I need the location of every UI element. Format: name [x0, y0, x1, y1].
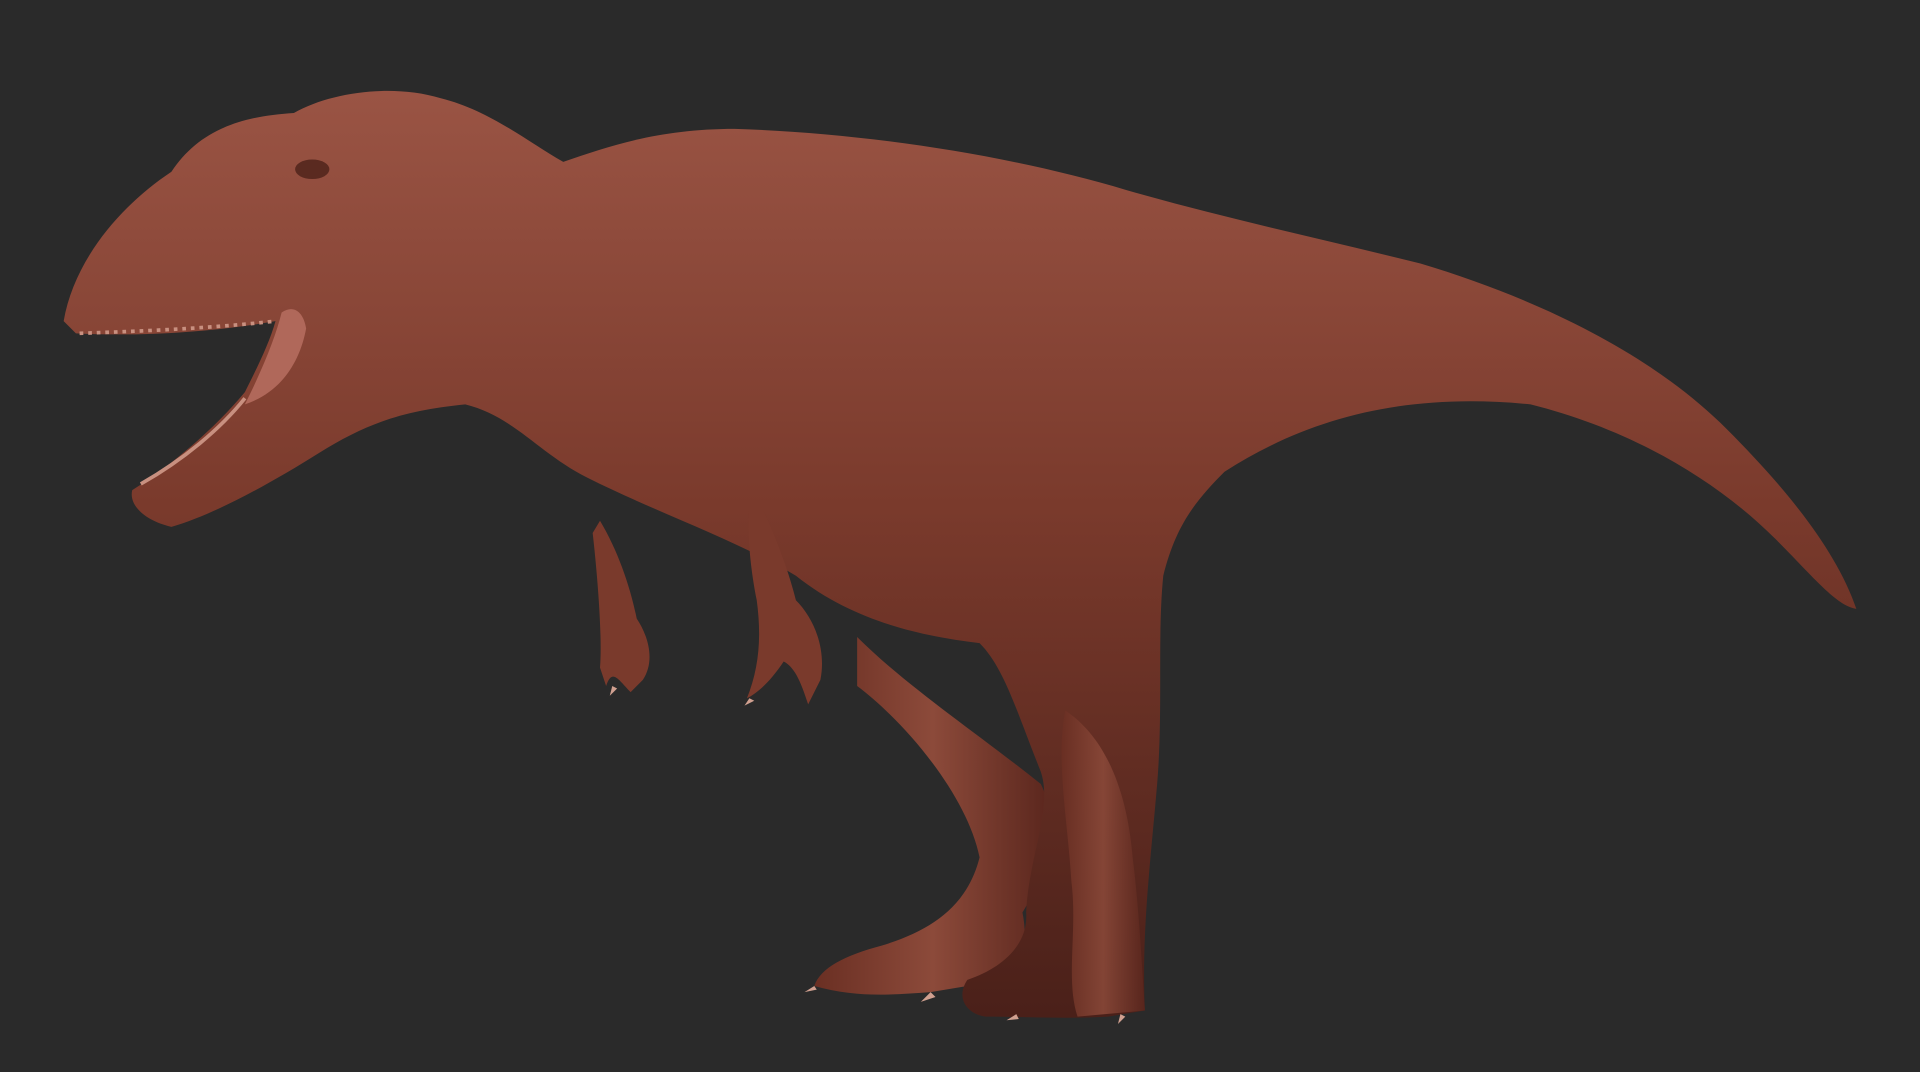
eye [295, 159, 330, 180]
render-viewport [0, 0, 1920, 1072]
near-arm [592, 520, 650, 693]
dinosaur-body [63, 90, 1857, 1018]
dinosaur-render [63, 90, 1857, 1024]
